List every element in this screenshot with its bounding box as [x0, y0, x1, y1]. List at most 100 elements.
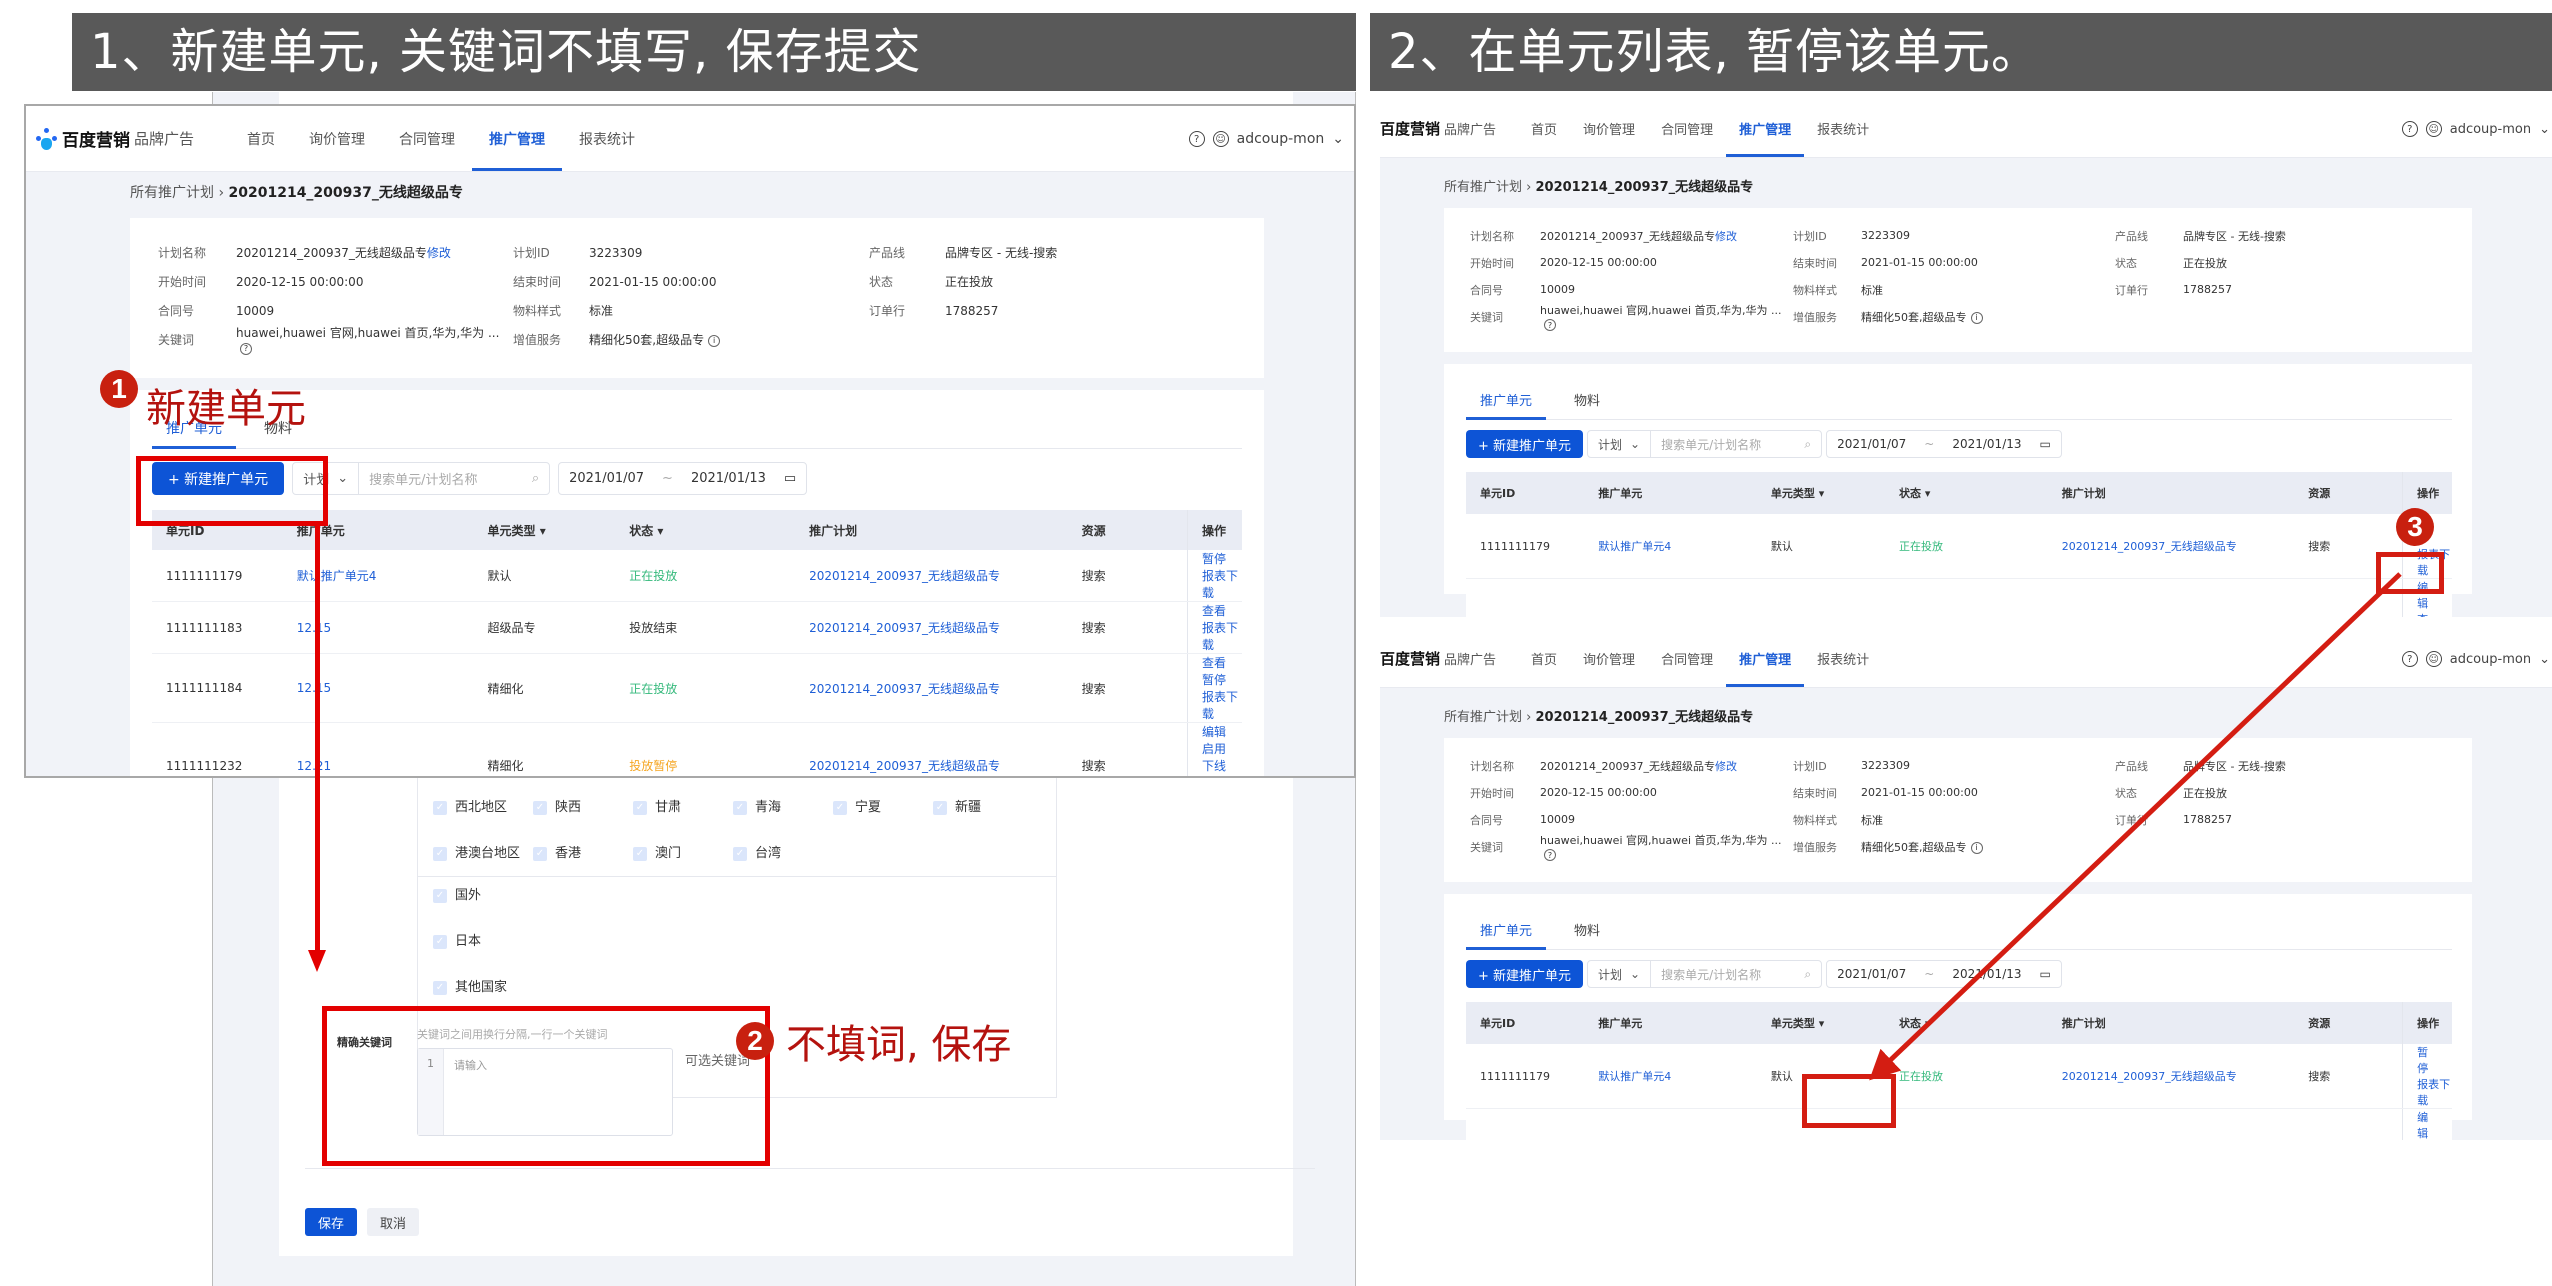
edit-plan-link[interactable]: 修改 — [1715, 230, 1737, 243]
search-input[interactable]: 搜索单元/计划名称 ⌕ — [1651, 966, 1821, 983]
nav-promotion[interactable]: 推广管理 — [1726, 630, 1805, 687]
plan-link[interactable]: 20201214_200937_无线超级品专 — [795, 601, 1068, 654]
search-icon[interactable]: ⌕ — [1804, 437, 1811, 452]
plan-link[interactable]: 20201214_200937_无线超级品专 — [795, 722, 1068, 776]
action-link[interactable]: 报表下载 — [2417, 1078, 2450, 1107]
search-icon[interactable]: ⌕ — [532, 471, 539, 486]
plan-link[interactable]: 20201214_200937_无线超级品专 — [2047, 514, 2295, 579]
search-input[interactable]: 搜索单元/计划名称 ⌕ — [359, 469, 549, 488]
column-header[interactable]: 单元类型 ▾ — [1756, 1002, 1886, 1044]
nav-promotion[interactable]: 推广管理 — [1726, 100, 1805, 157]
unit-name-link[interactable]: 12.15 — [282, 601, 474, 654]
nav-inquiry[interactable]: 询价管理 — [1570, 100, 1648, 157]
region-checkbox[interactable]: ✓ 宁夏 — [833, 796, 933, 815]
keyword-help-icon[interactable]: ? — [1544, 319, 1556, 331]
user-menu[interactable]: ? ☺ adcoup-mon ⌄ — [2401, 100, 2550, 158]
column-header[interactable]: 状态 ▾ — [1885, 1002, 2048, 1044]
action-link[interactable]: 编辑 — [1202, 725, 1226, 739]
action-link[interactable]: 查看 — [1202, 656, 1226, 670]
action-link[interactable]: 暂停 — [1202, 552, 1226, 566]
plan-link[interactable]: 20201214_200937_无线超级品专 — [795, 653, 1068, 723]
column-header[interactable]: 状态 ▾ — [1885, 472, 2048, 514]
date-range-picker[interactable]: 2021/01/07 ~2021/01/13 ▭ — [558, 462, 808, 495]
region-checkbox[interactable]: ✓ 陕西 — [533, 796, 633, 815]
region-checkbox[interactable]: ✓ 青海 — [733, 796, 833, 815]
nav-home[interactable]: 首页 — [1518, 630, 1570, 687]
edit-plan-link[interactable]: 修改 — [427, 246, 451, 260]
keyword-help-icon[interactable]: ? — [1544, 849, 1556, 861]
plan-link[interactable]: 20201214_200937_无线超级品专 — [795, 550, 1068, 602]
tab-units[interactable]: 推广单元 — [1465, 920, 1547, 950]
save-button[interactable]: 保存 — [305, 1208, 357, 1236]
unit-name-link[interactable]: 12.21 — [282, 722, 474, 776]
nav-reports[interactable]: 报表统计 — [1804, 630, 1882, 687]
action-link[interactable]: 报表下载 — [1202, 569, 1238, 600]
breadcrumb-root[interactable]: 所有推广计划 — [1444, 180, 1522, 195]
unit-name-link[interactable]: 超级品专测试单元 — [1584, 578, 1757, 617]
help-icon[interactable]: ? — [1188, 131, 1205, 147]
action-link[interactable]: 暂停 — [1202, 673, 1226, 687]
cancel-button[interactable]: 取消 — [367, 1208, 419, 1236]
help-icon[interactable]: ? — [2401, 651, 2418, 667]
region-checkbox[interactable]: ✓ 台湾 — [733, 842, 833, 861]
date-range-picker[interactable]: 2021/01/07 ~2021/01/13 ▭ — [1826, 430, 2062, 458]
breadcrumb-root[interactable]: 所有推广计划 — [130, 185, 214, 201]
scope-select[interactable]: 计划 ⌄ — [1588, 961, 1652, 987]
nav-reports[interactable]: 报表统计 — [1804, 100, 1882, 157]
keyword-help-icon[interactable]: ? — [240, 342, 252, 355]
nav-home[interactable]: 首页 — [230, 106, 292, 171]
region-checkbox[interactable]: ✓ 港澳台地区 — [433, 842, 533, 861]
nav-contract[interactable]: 合同管理 — [382, 106, 472, 171]
nav-home[interactable]: 首页 — [1518, 100, 1570, 157]
plan-link[interactable]: 20201214_200937_无线超级品专 — [2047, 578, 2295, 617]
info-icon[interactable]: i — [708, 334, 721, 347]
region-checkbox[interactable]: ✓ 西北地区 — [433, 796, 533, 815]
info-icon[interactable]: i — [1970, 841, 1983, 854]
column-header[interactable]: 状态 ▾ — [615, 510, 796, 550]
region-checkbox[interactable]: ✓ 新疆 — [933, 796, 1033, 815]
region-checkbox[interactable]: ✓ 澳门 — [633, 842, 733, 861]
new-unit-button[interactable]: + 新建推广单元 — [1466, 960, 1584, 988]
breadcrumb-root[interactable]: 所有推广计划 — [1444, 710, 1522, 725]
edit-plan-link[interactable]: 修改 — [1715, 760, 1737, 773]
column-header[interactable]: 单元类型 ▾ — [1756, 472, 1886, 514]
nav-contract[interactable]: 合同管理 — [1648, 100, 1726, 157]
tab-materials[interactable]: 物料 — [1574, 920, 1600, 949]
search-icon[interactable]: ⌕ — [1804, 967, 1811, 982]
action-link[interactable]: 启用 — [1202, 742, 1226, 756]
help-icon[interactable]: ? — [2401, 121, 2418, 137]
action-link[interactable]: 编辑 — [2417, 1111, 2428, 1140]
region-checkbox[interactable]: ✓ 国外 — [433, 884, 533, 930]
action-link[interactable]: 查看 — [1202, 604, 1226, 618]
user-menu[interactable]: ? ☺ adcoup-mon ⌄ — [2401, 630, 2550, 688]
plan-link[interactable]: 20201214_200937_无线超级品专 — [2047, 1108, 2295, 1140]
nav-inquiry[interactable]: 询价管理 — [1570, 630, 1648, 687]
date-range-picker[interactable]: 2021/01/07 ~2021/01/13 ▭ — [1826, 960, 2062, 988]
action-link[interactable]: 查看 — [2417, 613, 2428, 617]
nav-contract[interactable]: 合同管理 — [1648, 630, 1726, 687]
region-checkbox[interactable]: ✓ 甘肃 — [633, 796, 733, 815]
action-link[interactable]: 报表下载 — [1202, 621, 1238, 652]
unit-name-link[interactable]: 默认推广单元4 — [1584, 1044, 1757, 1109]
unit-name-link[interactable]: 默认推广单元4 — [1584, 514, 1757, 579]
plan-link[interactable]: 20201214_200937_无线超级品专 — [2047, 1044, 2295, 1109]
scope-select[interactable]: 计划 ⌄ — [1588, 431, 1652, 457]
search-input[interactable]: 搜索单元/计划名称 ⌕ — [1651, 436, 1821, 453]
tab-materials[interactable]: 物料 — [1574, 390, 1600, 419]
nav-inquiry[interactable]: 询价管理 — [292, 106, 382, 171]
action-link[interactable]: 暂停 — [2417, 1046, 2428, 1075]
info-icon[interactable]: i — [1970, 311, 1983, 324]
action-link[interactable]: 报表下载 — [1202, 776, 1238, 778]
nav-promotion[interactable]: 推广管理 — [472, 106, 563, 171]
unit-name-link[interactable]: 默认推广单元4 — [282, 550, 474, 602]
column-header[interactable]: 单元类型 ▾ — [473, 510, 616, 550]
tab-units[interactable]: 推广单元 — [1465, 390, 1547, 420]
user-menu[interactable]: ? ☺ adcoup-mon ⌄ — [1188, 106, 1344, 172]
region-checkbox[interactable]: ✓ 香港 — [533, 842, 633, 861]
action-link[interactable]: 下线 — [1202, 759, 1226, 773]
unit-name-link[interactable]: 超级品专测试单元 — [1584, 1108, 1757, 1140]
nav-reports[interactable]: 报表统计 — [562, 106, 652, 171]
new-unit-button[interactable]: + 新建推广单元 — [1466, 430, 1584, 458]
region-checkbox[interactable]: ✓ 日本 — [433, 930, 533, 976]
unit-name-link[interactable]: 12.15 — [282, 653, 474, 723]
